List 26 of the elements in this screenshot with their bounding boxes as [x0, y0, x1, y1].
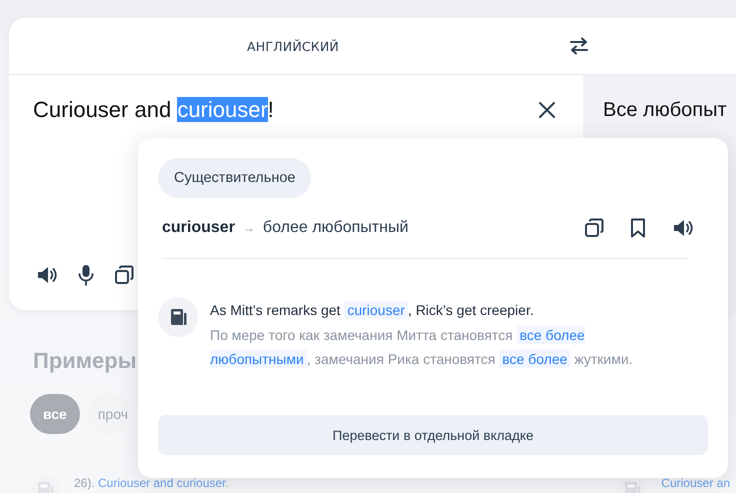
highlighted-phrase: все более: [499, 350, 570, 368]
bookmark-icon[interactable]: [630, 218, 646, 238]
highlighted-phrase: curiouser: [344, 301, 408, 319]
source-text-input[interactable]: Curiouser and curiouser!: [33, 97, 274, 123]
examples-heading: Примеры: [33, 348, 137, 374]
speaker-icon[interactable]: [672, 218, 694, 238]
swap-icon[interactable]: [569, 37, 589, 55]
example-link[interactable]: Curiouser and curiouser: [98, 476, 226, 490]
open-in-new-tab-button[interactable]: Перевести в отдельной вкладке: [158, 415, 708, 455]
copy-icon[interactable]: [114, 265, 134, 285]
example-link[interactable]: Curiouser an: [661, 476, 730, 490]
filter-chip[interactable]: все: [30, 394, 80, 434]
speaker-icon[interactable]: [36, 265, 58, 285]
close-icon[interactable]: [538, 101, 556, 119]
example-translated-sentence: По мере того как замечания Митта становятся все более любопытными , замечания Рика становятся все более жуткими.: [210, 325, 634, 370]
source-word: curiouser: [162, 219, 235, 237]
microphone-icon[interactable]: [78, 264, 94, 286]
source-language-label[interactable]: АНГЛИЙСКИЙ: [247, 38, 339, 54]
part-of-speech-tag: Существительное: [158, 158, 312, 198]
word-translation: более любопытный: [262, 219, 408, 237]
copy-icon[interactable]: [584, 218, 604, 238]
translation-text: Все любопыт: [603, 99, 727, 121]
arrow-sign: →: [242, 222, 255, 234]
example-sentence: 26). Curiouser and curiouser.: [74, 475, 229, 490]
book-icon: [170, 308, 186, 326]
example-source-sentence: As Mitt’s remarks get curiouser , Rick’s get creepier.: [210, 300, 535, 321]
